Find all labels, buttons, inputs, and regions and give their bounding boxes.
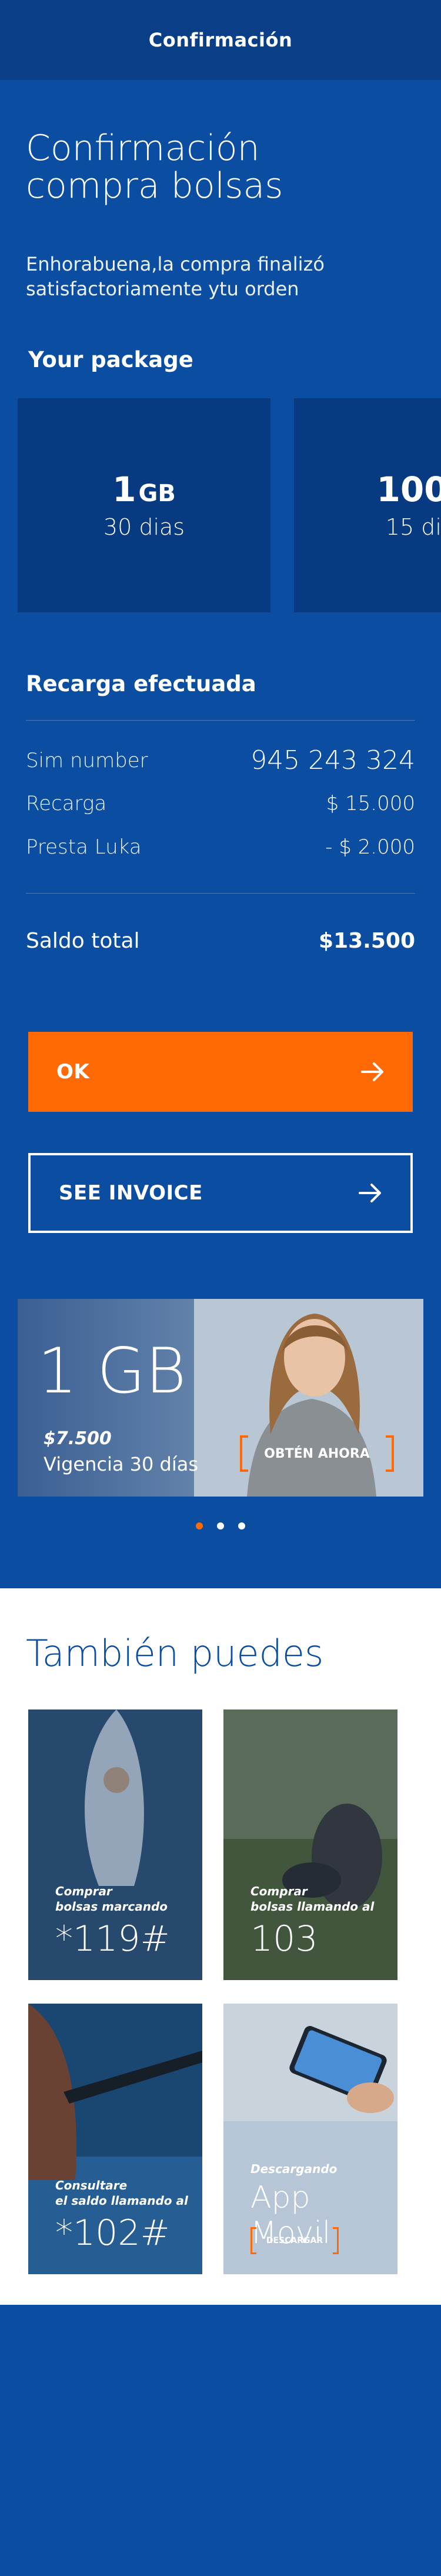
sim-number-label: Sim number — [26, 748, 148, 772]
tile-caption: Comprar bolsas marcando — [55, 1884, 168, 1914]
total-balance-label: Saldo total — [26, 929, 140, 953]
page: Confirmación Confirmación compra bolsas … — [0, 0, 441, 2576]
presta-luka-label: Presta Luka — [26, 835, 142, 859]
sim-number-value: 945 243 324 — [250, 745, 415, 775]
tile-caption-line: bolsas marcando — [55, 1899, 168, 1914]
arrow-right-icon — [361, 1062, 383, 1081]
page-title-line-2: compra bolsas — [26, 165, 283, 206]
see-invoice-button-label: SEE INVOICE — [59, 1181, 203, 1205]
carousel-dot[interactable] — [217, 1522, 224, 1529]
total-balance-value: $13.500 — [319, 929, 415, 953]
download-button-label: DESCARGAR — [266, 2236, 323, 2245]
get-now-button-label: OBTÉN AHORA — [264, 1446, 370, 1461]
package-amount-value: 1 — [112, 469, 136, 509]
recharge-title: Recarga efectuada — [26, 671, 256, 697]
tile-caption-line: Comprar — [55, 1884, 112, 1898]
tile-caption-line: Descargando — [250, 2162, 338, 2176]
tile-caption-line: Consultare — [55, 2178, 128, 2192]
divider — [26, 893, 415, 894]
promo-price: $7.500 — [44, 1428, 112, 1449]
tile-caption: Comprar bolsas llamando al — [250, 1884, 374, 1914]
package-amount-unit: GB — [138, 480, 176, 507]
ok-button[interactable]: OK — [28, 1032, 413, 1112]
bracket-left — [250, 2227, 256, 2254]
promo-data-amount: 1 GB — [38, 1335, 186, 1407]
top-bar-title: Confirmación — [148, 29, 293, 51]
package-amount: 100s — [294, 398, 441, 511]
tile-code: *102# — [55, 2212, 170, 2254]
package-card[interactable]: 1 GB 30 dias — [18, 398, 270, 612]
bracket-left — [240, 1435, 248, 1472]
total-balance-row: Saldo total $13.500 — [26, 929, 415, 953]
see-invoice-button[interactable]: SEE INVOICE — [28, 1153, 413, 1233]
tile-caption: Consultare el saldo llamando al — [55, 2178, 188, 2208]
recarga-value: $ 15.000 — [326, 792, 415, 815]
hero-section: Confirmación compra bolsas Enhorabuena,l… — [0, 80, 441, 301]
package-heading: Your package — [28, 347, 193, 372]
bracket-right — [386, 1435, 394, 1472]
recarga-label: Recarga — [26, 792, 107, 815]
promo-banner[interactable]: 1 GB $7.500 Vigencia 30 días OBTÉN AHORA — [18, 1299, 423, 1497]
package-days: 30 dias — [103, 514, 185, 540]
tile-caption: Descargando — [250, 2161, 337, 2177]
package-carousel[interactable]: 1GB 30 dias 100s 15 dia — [0, 398, 441, 612]
tile-code: *119# — [55, 1918, 170, 1960]
carousel-dot[interactable] — [238, 1522, 245, 1529]
page-title: Confirmación compra bolsas — [26, 129, 415, 205]
tile-caption-line: bolsas llamando al — [250, 1899, 375, 1914]
divider — [26, 720, 415, 721]
tile-caption-line: Comprar — [250, 1884, 308, 1898]
carousel-dot[interactable] — [196, 1522, 203, 1529]
tile-code: 103 — [250, 1918, 318, 1960]
tile-check-102[interactable]: Consultare el saldo llamando al *102# — [28, 2004, 202, 2274]
carousel-dots — [0, 1522, 441, 1529]
tile-buy-119[interactable]: Comprar bolsas marcando *119# — [28, 1709, 202, 1980]
tile-app-movil[interactable]: Descargando App Movil DESCARGAR — [223, 2004, 397, 2274]
tile-caption-line: el saldo llamando al — [55, 2194, 188, 2208]
confirmation-message: Enhorabuena,la compra finalizó satisfact… — [26, 253, 325, 300]
package-amount-value: 100 — [376, 469, 441, 509]
download-button[interactable]: DESCARGAR — [250, 2227, 339, 2254]
package-days: 15 dia — [385, 514, 441, 540]
bracket-right — [333, 2227, 339, 2254]
page-title-line-1: Confirmación — [26, 128, 260, 169]
also-title: También puedes — [26, 1632, 324, 1675]
also-section: También puedes Comprar bolsas marcando *… — [0, 1588, 441, 2305]
tile-call-103[interactable]: Comprar bolsas llamando al 103 — [223, 1709, 397, 1980]
package-amount: 1 GB — [18, 398, 270, 511]
recarga-row: Recarga $ 15.000 — [26, 792, 415, 815]
presta-luka-value: - $ 2.000 — [325, 835, 415, 859]
sim-number-row: Sim number 945 243 324 — [26, 745, 415, 775]
arrow-right-icon — [359, 1184, 381, 1202]
presta-luka-row: Presta Luka - $ 2.000 — [26, 835, 415, 859]
recharge-summary: Recarga efectuada Sim number 945 243 324… — [0, 671, 441, 953]
get-now-button[interactable]: OBTÉN AHORA — [240, 1435, 394, 1472]
top-bar: Confirmación — [0, 0, 441, 80]
ok-button-label: OK — [56, 1060, 90, 1084]
package-card[interactable]: 100s 15 dia — [294, 398, 441, 612]
promo-validity: Vigencia 30 días — [44, 1453, 198, 1475]
